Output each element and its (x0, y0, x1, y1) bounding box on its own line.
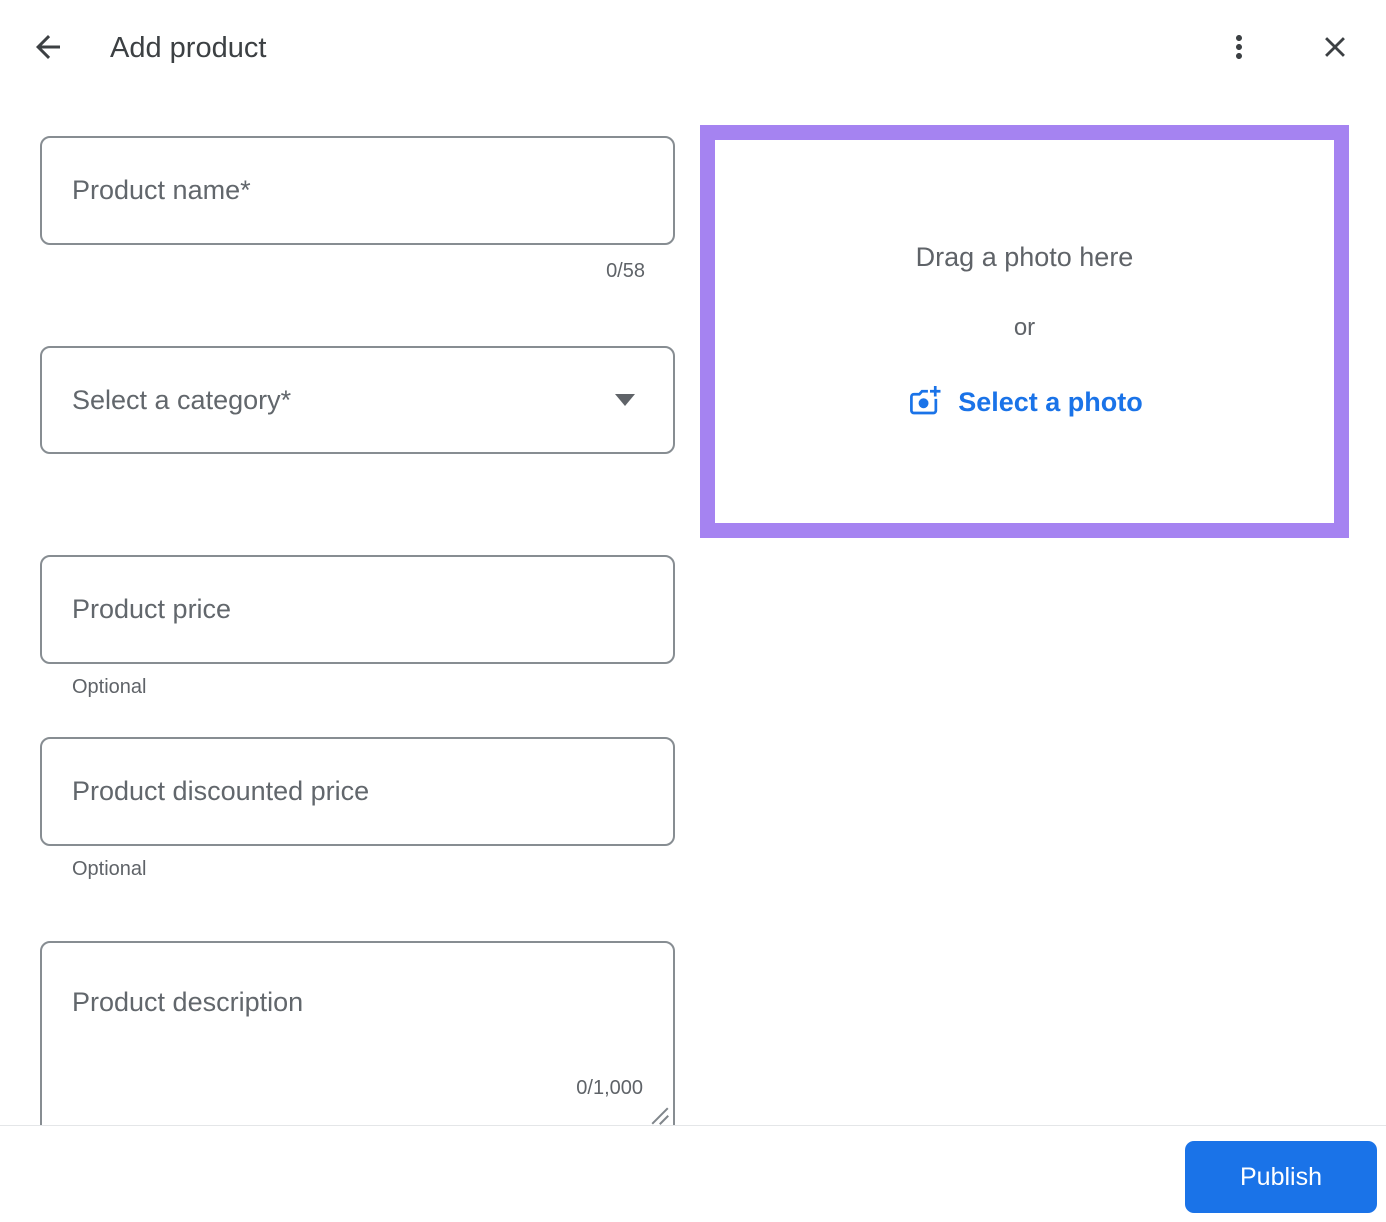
resize-handle[interactable] (650, 1105, 670, 1125)
photo-dropzone[interactable]: Drag a photo here or Select a photo (700, 125, 1349, 538)
footer-bar: Publish (0, 1125, 1386, 1222)
discounted-price-optional-label: Optional (72, 858, 147, 881)
caret-down-icon (615, 394, 635, 406)
arrow-back-icon (30, 29, 66, 68)
category-select-label: Select a category* (72, 385, 615, 416)
close-button[interactable] (1311, 24, 1359, 72)
category-select[interactable]: Select a category* (40, 346, 675, 454)
more-vert-icon (1221, 29, 1257, 68)
drag-photo-text: Drag a photo here (916, 242, 1134, 273)
product-description-field: 0/1,000 (40, 941, 675, 1156)
or-text: or (1014, 314, 1035, 342)
product-price-input[interactable] (40, 555, 675, 664)
product-name-input[interactable] (40, 136, 675, 245)
publish-button[interactable]: Publish (1185, 1141, 1377, 1213)
select-photo-label: Select a photo (958, 387, 1143, 418)
back-button[interactable] (24, 24, 72, 72)
product-discounted-price-input[interactable] (40, 737, 675, 846)
close-icon (1318, 30, 1352, 67)
add-a-photo-icon (906, 383, 942, 422)
select-photo-button[interactable]: Select a photo (906, 383, 1143, 422)
page-title: Add product (110, 30, 266, 66)
product-description-input[interactable] (42, 943, 673, 1154)
more-options-button[interactable] (1215, 24, 1263, 72)
product-name-counter: 0/58 (40, 260, 645, 283)
add-product-dialog: Add product 0/58 Select a category* Opti… (0, 0, 1386, 1222)
price-optional-label: Optional (72, 676, 147, 699)
